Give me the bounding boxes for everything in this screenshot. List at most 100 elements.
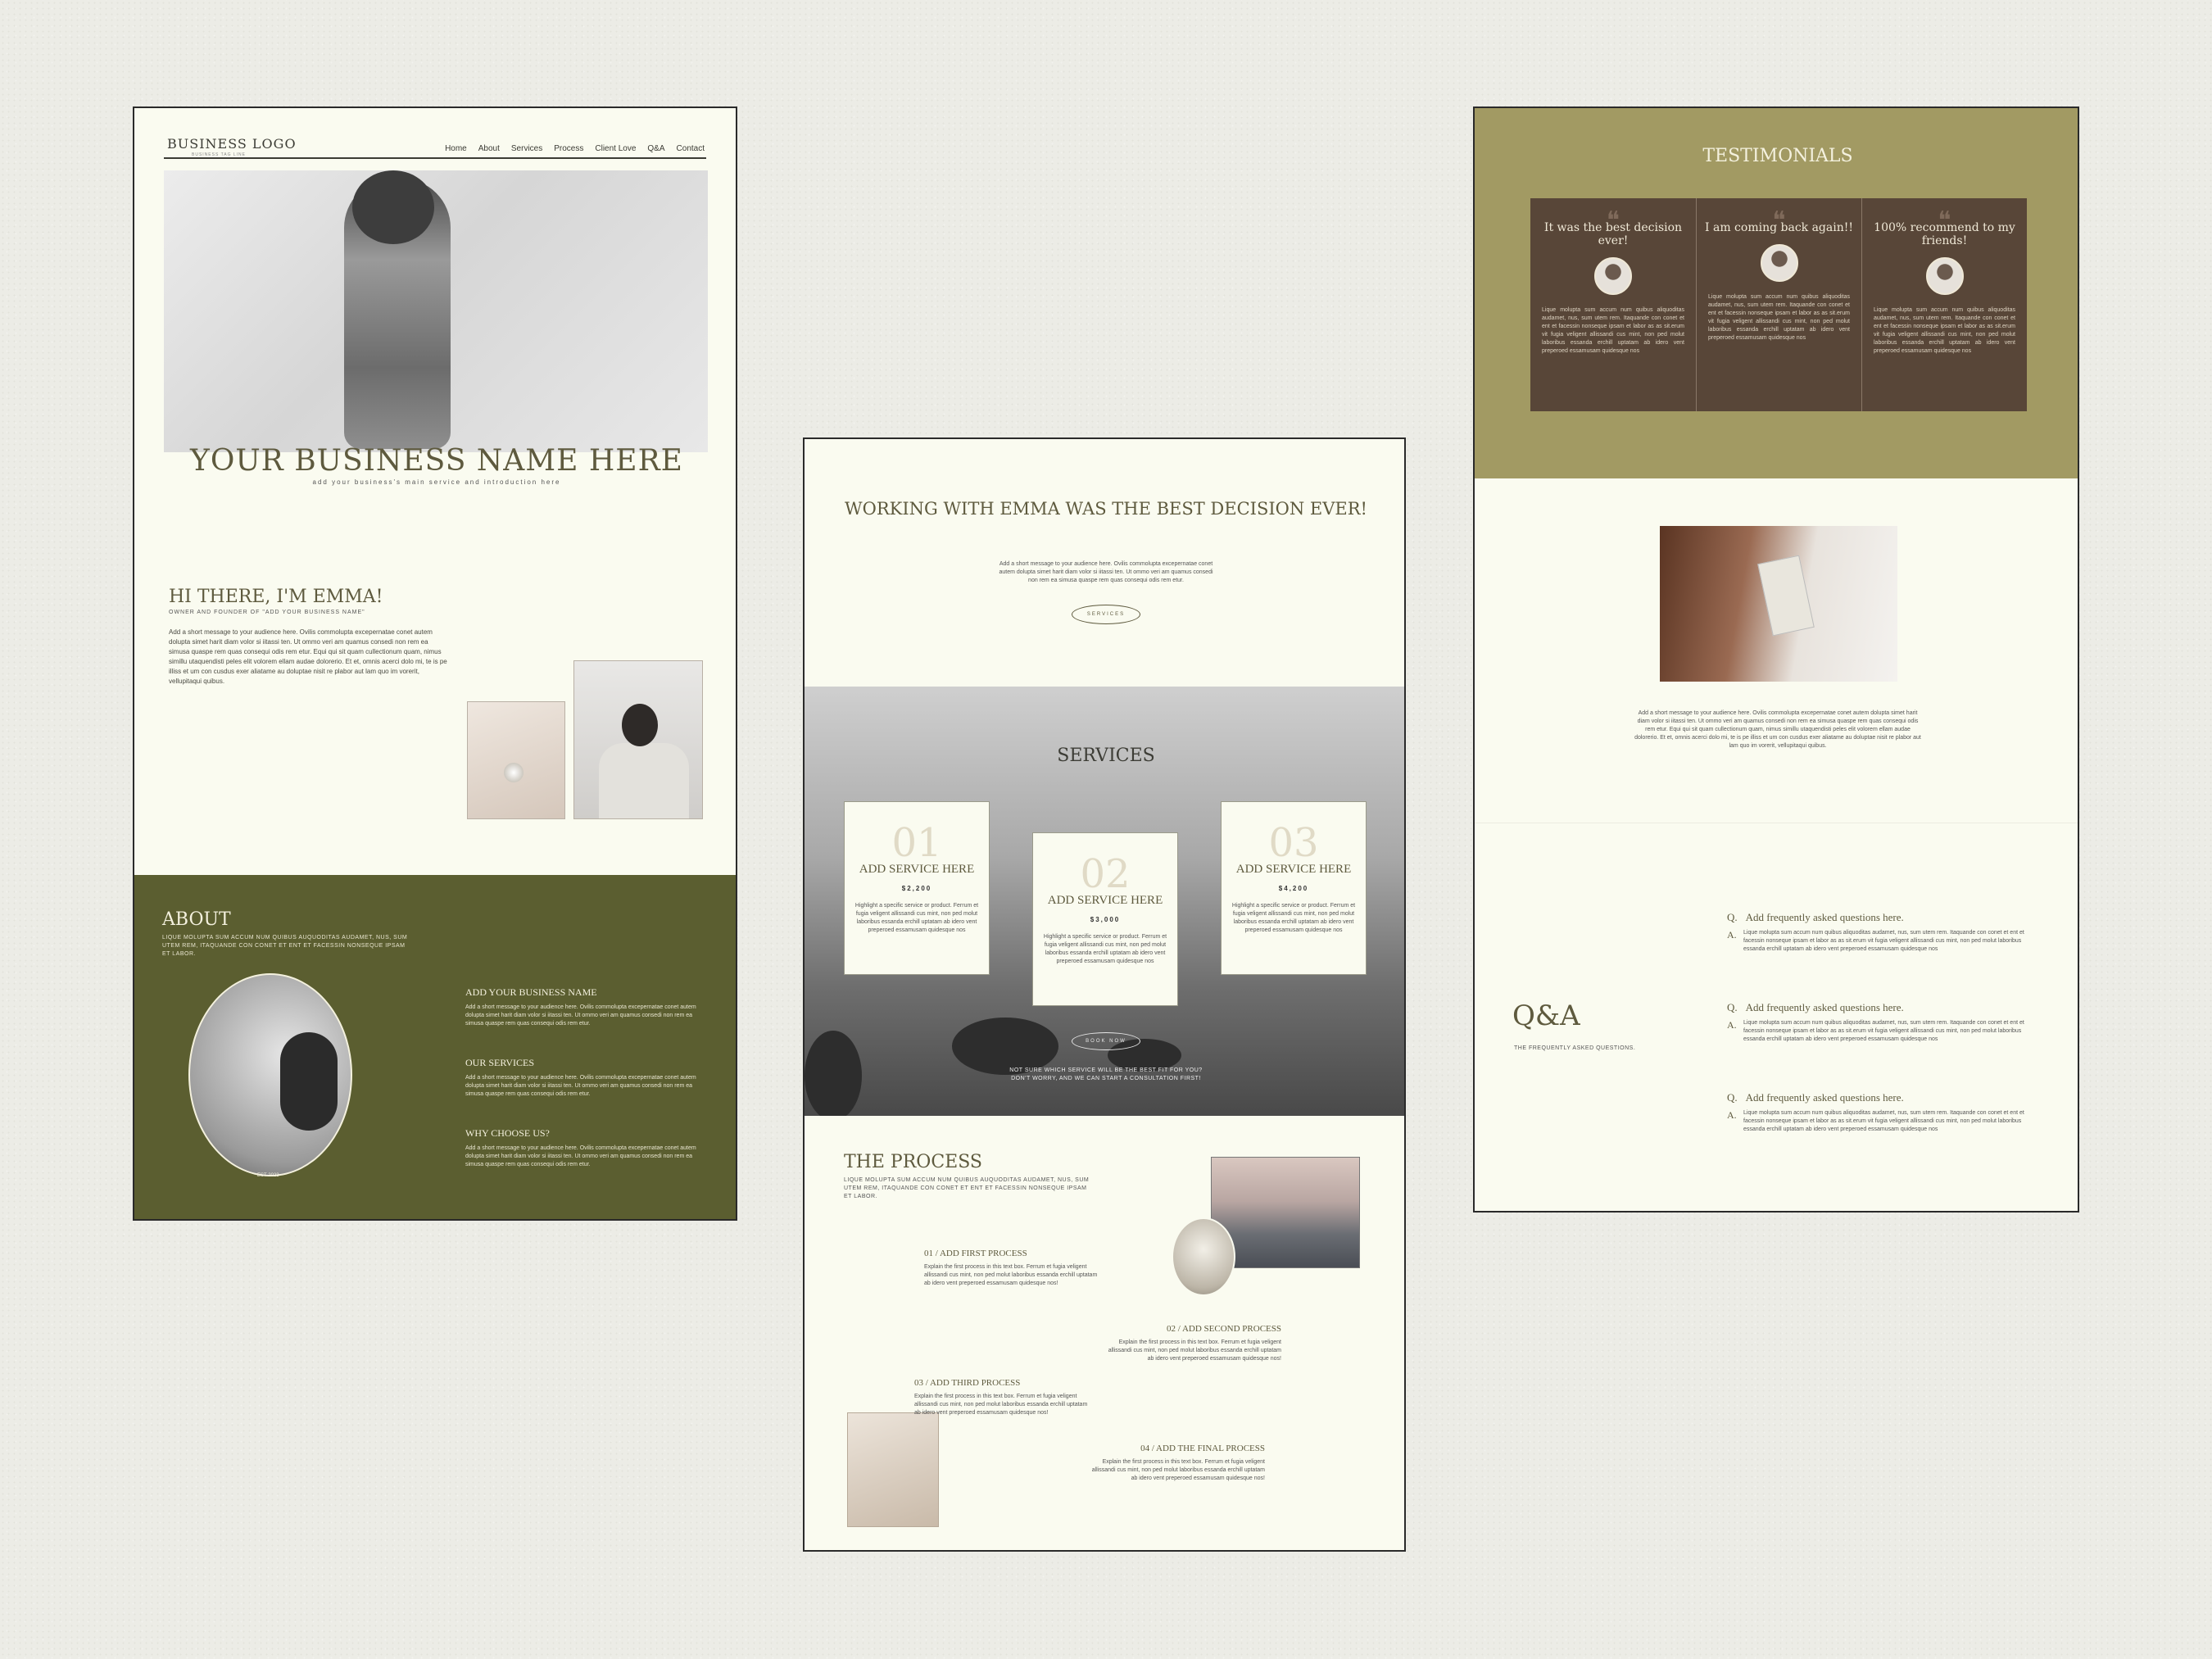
service-card-3[interactable]: 03 ADD SERVICE HERE $4,200 Highlight a s… (1221, 801, 1367, 975)
business-logo[interactable]: BUSINESS LOGO (167, 136, 297, 152)
process-heading: THE PROCESS (844, 1152, 982, 1172)
process-step-title: 02 / ADD SECOND PROCESS (1167, 1324, 1281, 1334)
process-step-body: Explain the first process in this text b… (924, 1264, 1098, 1286)
a-label: A. (1727, 1019, 1737, 1031)
intro-body: Add a short message to your audience her… (169, 628, 447, 685)
service-title: ADD SERVICE HERE (1047, 894, 1163, 907)
testimonial-card-2: ❝ I am coming back again!! Lique molupta… (1696, 198, 1861, 411)
about-subheading: LIQUE MOLUPTA SUM ACCUM NUM QUIBUS AUQUO… (162, 935, 408, 957)
working-heading: WORKING WITH EMMA WAS THE BEST DECISION … (845, 499, 1367, 519)
faq-item-3[interactable]: Q. Add frequently asked questions here. A… (1727, 1091, 2038, 1134)
faq-item-2[interactable]: Q. Add frequently asked questions here. A… (1727, 1001, 2038, 1044)
nav-divider (164, 157, 706, 159)
services-page-mockup: WORKING WITH EMMA WAS THE BEST DECISION … (803, 437, 1406, 1552)
avatar (1760, 244, 1798, 282)
faq-answer-text: Lique molupta sum accum num quibus aliqu… (1743, 1020, 2024, 1042)
q-label: Q. (1727, 911, 1738, 923)
hero-image (164, 170, 708, 452)
service-number: 01 (891, 820, 942, 866)
a-label: A. (1727, 1109, 1737, 1121)
business-subheading: add your business's main service and int… (312, 478, 561, 486)
service-title: ADD SERVICE HERE (859, 863, 975, 876)
service-number: 02 (1080, 851, 1131, 897)
home-page-mockup: BUSINESS LOGO BUSINESS TAG LINE Home Abo… (133, 107, 737, 1221)
hand-photo (467, 701, 565, 819)
nav-about[interactable]: About (478, 144, 500, 153)
about-section: ABOUT LIQUE MOLUPTA SUM ACCUM NUM QUIBUS… (134, 875, 736, 1219)
faq-answer-text: Lique molupta sum accum num quibus aliqu… (1743, 1110, 2024, 1132)
nav-qa[interactable]: Q&A (647, 144, 664, 153)
product-photo (1660, 526, 1897, 682)
testimonial-body: Lique molupta sum accum num quibus aliqu… (1542, 307, 1684, 354)
about-block-body: Add a short message to your audience her… (465, 1004, 696, 1027)
testimonial-card-1: ❝ It was the best decision ever! Lique m… (1530, 198, 1696, 411)
services-button[interactable]: SERVICES (1072, 605, 1140, 624)
est-label: EST 2023 (257, 1173, 279, 1178)
qa-heading: Q&A (1512, 999, 1580, 1032)
service-price: $3,000 (1090, 916, 1121, 923)
service-card-1[interactable]: 01 ADD SERVICE HERE $2,200 Highlight a s… (844, 801, 990, 975)
q-label: Q. (1727, 1091, 1738, 1104)
testimonial-body: Lique molupta sum accum num quibus aliqu… (1874, 307, 2015, 354)
testimonial-quote: I am coming back again!! (1705, 221, 1853, 234)
about-block-title: ADD YOUR BUSINESS NAME (465, 986, 597, 998)
nav-contact[interactable]: Contact (677, 144, 705, 153)
service-desc: Highlight a specific service or product.… (1231, 903, 1356, 933)
testimonial-card-3: ❝ 100% recommend to my friends! Lique mo… (1861, 198, 2027, 411)
nav-process[interactable]: Process (554, 144, 583, 153)
process-step-title: 04 / ADD THE FINAL PROCESS (1140, 1444, 1265, 1453)
service-price: $4,200 (1278, 885, 1309, 892)
service-card-2[interactable]: 02 ADD SERVICE HERE $3,000 Highlight a s… (1032, 832, 1178, 1006)
service-title: ADD SERVICE HERE (1235, 863, 1352, 876)
circle-photo (1172, 1217, 1235, 1296)
process-step-3: 03 / ADD THIRD PROCESS Explain the first… (914, 1378, 1095, 1417)
faq-item-1[interactable]: Q. Add frequently asked questions here. A… (1727, 911, 2038, 954)
nav-client-love[interactable]: Client Love (595, 144, 636, 153)
faq-question: Q. Add frequently asked questions here. (1727, 1091, 2038, 1104)
process-step-title: 01 / ADD FIRST PROCESS (924, 1249, 1027, 1258)
nav-services[interactable]: Services (511, 144, 542, 153)
about-heading: ABOUT (162, 909, 231, 930)
book-now-button[interactable]: BOOK NOW (1072, 1032, 1140, 1050)
testimonial-body: Lique molupta sum accum num quibus aliqu… (1708, 294, 1850, 341)
main-nav: Home About Services Process Client Love … (445, 144, 705, 153)
process-step-body: Explain the first process in this text b… (1108, 1339, 1281, 1362)
about-block-body: Add a short message to your audience her… (465, 1075, 696, 1097)
testimonials-heading: TESTIMONIALS (1702, 146, 1853, 166)
intro-heading: HI THERE, I'M EMMA! (169, 587, 383, 607)
about-block-body: Add a short message to your audience her… (465, 1145, 696, 1167)
qa-subheading: THE FREQUENTLY ASKED QUESTIONS. (1514, 1045, 1636, 1051)
about-block-title: OUR SERVICES (465, 1057, 535, 1068)
about-block-title: WHY CHOOSE US? (465, 1127, 550, 1139)
working-body: Add a short message to your audience her… (999, 561, 1213, 583)
portrait-photo (573, 660, 703, 819)
service-number: 03 (1268, 820, 1319, 866)
service-desc: Highlight a specific service or product.… (1043, 934, 1167, 964)
testimonials-section: TESTIMONIALS ❝ It was the best decision … (1475, 108, 2078, 478)
testimonials-body: Add a short message to your audience her… (1634, 710, 1921, 749)
testimonial-quote: 100% recommend to my friends! (1874, 221, 2015, 247)
process-step-body: Explain the first process in this text b… (914, 1394, 1088, 1416)
services-heading: SERVICES (1057, 746, 1155, 766)
avatar (1925, 257, 1964, 295)
faq-question-text: Add frequently asked questions here. (1745, 1001, 1904, 1013)
faq-question: Q. Add frequently asked questions here. (1727, 1001, 2038, 1014)
nav-home[interactable]: Home (445, 144, 467, 153)
intro-subheading: OWNER AND FOUNDER OF "ADD YOUR BUSINESS … (169, 610, 365, 615)
about-block-business: ADD YOUR BUSINESS NAME Add a short messa… (465, 986, 711, 1028)
faq-answer-text: Lique molupta sum accum num quibus aliqu… (1743, 930, 2024, 952)
testimonial-quote: It was the best decision ever! (1543, 221, 1683, 247)
about-oval-photo (188, 973, 352, 1176)
testimonials-page-mockup: TESTIMONIALS ❝ It was the best decision … (1473, 107, 2079, 1213)
service-desc: Highlight a specific service or product.… (854, 903, 979, 933)
q-label: Q. (1727, 1001, 1738, 1013)
process-step-title: 03 / ADD THIRD PROCESS (914, 1378, 1021, 1388)
faq-answer: A. Lique molupta sum accum num quibus ali… (1727, 1019, 2038, 1044)
process-step-4: 04 / ADD THE FINAL PROCESS Explain the f… (1085, 1444, 1265, 1483)
process-step-2: 02 / ADD SECOND PROCESS Explain the firs… (1101, 1324, 1281, 1363)
services-note: NOT SURE WHICH SERVICE WILL BE THE BEST … (1009, 1067, 1203, 1081)
service-price: $2,200 (901, 885, 932, 892)
a-label: A. (1727, 929, 1737, 941)
process-step-1: 01 / ADD FIRST PROCESS Explain the first… (924, 1249, 1104, 1288)
faq-answer: A. Lique molupta sum accum num quibus ali… (1727, 1109, 2038, 1134)
